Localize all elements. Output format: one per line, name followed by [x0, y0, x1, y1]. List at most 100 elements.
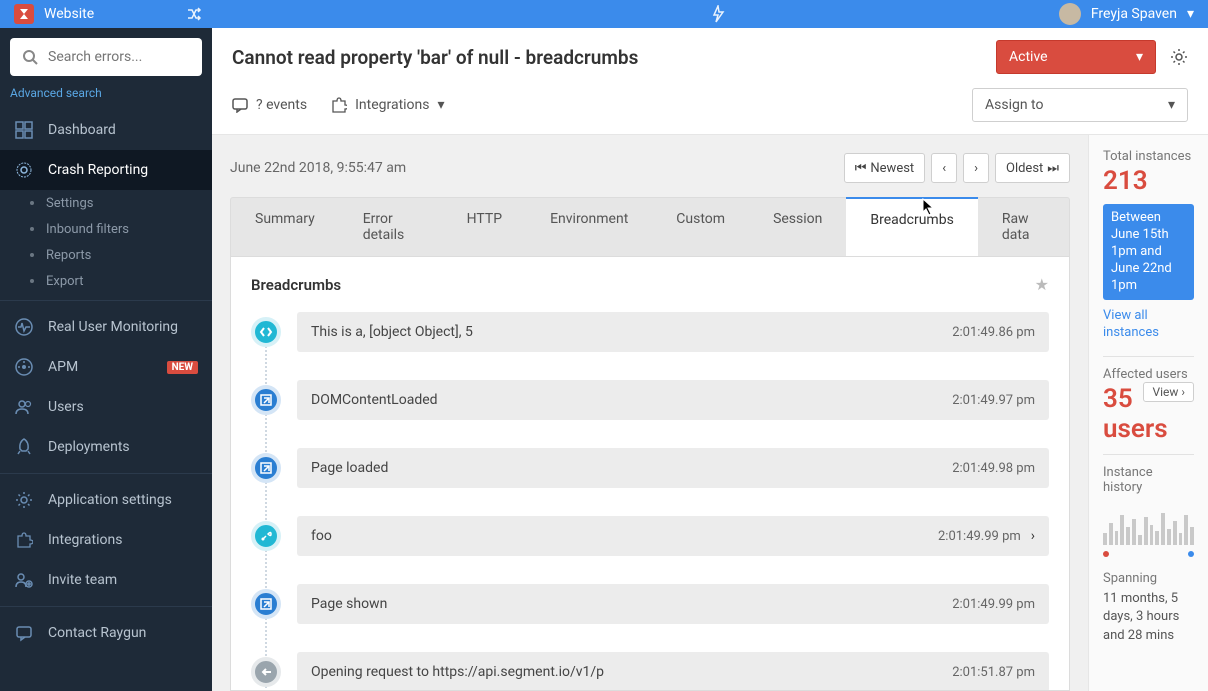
caret-down-icon: ▾ — [438, 97, 445, 113]
tab-custom[interactable]: Custom — [652, 198, 749, 256]
search-input[interactable] — [48, 49, 190, 65]
subnav-settings[interactable]: Settings — [0, 190, 212, 216]
nav-apm[interactable]: APM NEW — [0, 347, 212, 387]
subnav-inbound-filters[interactable]: Inbound filters — [0, 216, 212, 242]
nav-users[interactable]: Users — [0, 387, 212, 427]
nav-rum-label: Real User Monitoring — [48, 319, 178, 335]
sidebar: Advanced search Dashboard Crash Reportin… — [0, 28, 212, 691]
tab-session[interactable]: Session — [749, 198, 846, 256]
nav-deployments[interactable]: Deployments — [0, 427, 212, 467]
tab-error-details[interactable]: Error details — [339, 198, 443, 256]
nav-invite-label: Invite team — [48, 572, 117, 588]
breadcrumb-message: Opening request to https://api.segment.i… — [311, 664, 604, 680]
user-name[interactable]: Freyja Spaven — [1091, 6, 1177, 22]
site-name[interactable]: Website — [44, 6, 94, 22]
next-button[interactable]: › — [963, 153, 989, 183]
nav-deploy-label: Deployments — [48, 439, 130, 455]
breadcrumb-time: 2:01:49.99 pm — [952, 597, 1035, 612]
last-icon: ⏭ — [1047, 161, 1059, 176]
status-dropdown[interactable]: Active ▾ — [996, 40, 1156, 74]
events-link[interactable]: ? events — [232, 97, 307, 113]
search-icon — [22, 49, 38, 65]
app-logo — [14, 4, 34, 24]
chat-icon — [14, 624, 34, 642]
comment-icon — [232, 97, 248, 113]
breadcrumb-row: DOMContentLoaded 2:01:49.97 pm — [251, 380, 1049, 420]
breadcrumb-message: foo — [311, 528, 332, 544]
breadcrumb-message: This is a, [object Object], 5 — [311, 324, 473, 340]
nav-dashboard[interactable]: Dashboard — [0, 110, 212, 150]
favorite-star-icon[interactable]: ★ — [1035, 275, 1049, 294]
tab-breadcrumbs[interactable]: Breadcrumbs — [846, 197, 977, 256]
view-users-button[interactable]: View › — [1143, 382, 1194, 402]
breadcrumb-message: DOMContentLoaded — [311, 392, 438, 408]
breadcrumb-time: 2:01:49.99 pm — [938, 529, 1021, 544]
tab-raw-data[interactable]: Raw data — [978, 198, 1069, 256]
first-icon: ⏮ — [855, 161, 867, 176]
total-instances-value: 213 — [1103, 166, 1194, 196]
breadcrumb-message: Page shown — [311, 596, 387, 612]
breadcrumb-icon — [251, 385, 281, 415]
top-bar: Website Freyja Spaven ▾ — [0, 0, 1208, 28]
range-start-dot — [1103, 551, 1109, 557]
new-badge: NEW — [167, 361, 198, 374]
oldest-button[interactable]: Oldest ⏭ — [995, 153, 1070, 183]
nav-app-settings[interactable]: Application settings — [0, 480, 212, 520]
nav-dashboard-label: Dashboard — [48, 122, 116, 138]
assign-dropdown[interactable]: Assign to ▾ — [972, 88, 1188, 122]
tab-environment[interactable]: Environment — [526, 198, 652, 256]
nav-rum[interactable]: Real User Monitoring — [0, 307, 212, 347]
breadcrumb-row: Opening request to https://api.segment.i… — [251, 652, 1049, 691]
nav-contact[interactable]: Contact Raygun — [0, 613, 212, 653]
tabs: Summary Error details HTTP Environment C… — [230, 197, 1070, 257]
breadcrumb-row: Page shown 2:01:49.99 pm — [251, 584, 1049, 624]
settings-gear-icon[interactable] — [1170, 48, 1188, 66]
nav-appset-label: Application settings — [48, 492, 172, 508]
breadcrumb-icon — [251, 657, 281, 687]
subnav-export[interactable]: Export — [0, 268, 212, 294]
total-instances-label: Total instances — [1103, 149, 1194, 164]
search-box[interactable] — [10, 38, 202, 76]
right-sidebar: Total instances 213 Between June 15th 1p… — [1088, 135, 1208, 691]
breadcrumb-row[interactable]: foo 2:01:49.99 pm › — [251, 516, 1049, 556]
event-timestamp: June 22nd 2018, 9:55:47 am — [230, 160, 406, 176]
instance-history-label: Instance history — [1103, 465, 1194, 495]
breadcrumb-time: 2:01:49.86 pm — [952, 325, 1035, 340]
affected-users-label: Affected users — [1103, 367, 1188, 382]
prev-button[interactable]: ‹ — [931, 153, 957, 183]
nav-crash-reporting[interactable]: Crash Reporting — [0, 150, 212, 190]
tab-http[interactable]: HTTP — [443, 198, 526, 256]
sparkline-chart — [1103, 505, 1194, 545]
chevron-left-icon: ‹ — [942, 161, 946, 176]
user-menu-caret-icon[interactable]: ▾ — [1187, 6, 1194, 22]
breadcrumb-icon — [251, 589, 281, 619]
caret-down-icon: ▾ — [1168, 97, 1175, 113]
shuffle-icon[interactable] — [186, 6, 202, 22]
bolt-icon[interactable] — [710, 5, 726, 23]
breadcrumbs-timeline: This is a, [object Object], 5 2:01:49.86… — [251, 312, 1049, 691]
integrations-link[interactable]: Integrations ▾ — [331, 97, 444, 113]
range-end-dot — [1188, 551, 1194, 557]
spanning-value: 11 months, 5 days, 3 hours and 28 mins — [1103, 590, 1194, 645]
avatar[interactable] — [1059, 3, 1081, 25]
dashboard-icon — [14, 121, 34, 139]
chevron-right-icon: › — [974, 161, 978, 176]
section-title: Breadcrumbs — [251, 276, 341, 294]
breadcrumb-icon — [251, 317, 281, 347]
nav-integrations[interactable]: Integrations — [0, 520, 212, 560]
pulse-icon — [14, 318, 34, 336]
puzzle-icon — [14, 531, 34, 549]
view-all-instances-link[interactable]: View all instances — [1103, 308, 1194, 342]
date-range-chip[interactable]: Between June 15th 1pm and June 22nd 1pm — [1103, 204, 1194, 300]
gear-icon — [14, 491, 34, 509]
apm-icon — [14, 358, 34, 376]
tab-summary[interactable]: Summary — [231, 198, 339, 256]
chevron-right-icon[interactable]: › — [1031, 528, 1035, 544]
nav-invite-team[interactable]: Invite team — [0, 560, 212, 600]
newest-button[interactable]: ⏮ Newest — [844, 153, 926, 183]
breadcrumb-message: Page loaded — [311, 460, 388, 476]
advanced-search-link[interactable]: Advanced search — [0, 86, 212, 110]
breadcrumb-icon — [251, 453, 281, 483]
breadcrumb-row: This is a, [object Object], 5 2:01:49.86… — [251, 312, 1049, 352]
subnav-reports[interactable]: Reports — [0, 242, 212, 268]
